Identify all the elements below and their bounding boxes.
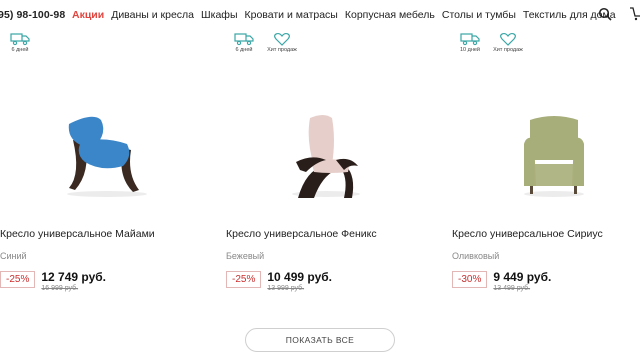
hit-label: Хит продаж (493, 47, 523, 53)
main-nav: Акции Диваны и кресла Шкафы Кровати и ма… (72, 9, 616, 21)
product-color: Бежевый (226, 251, 265, 261)
current-price: 9 449 руб. (493, 270, 552, 284)
discount-badge: -25% (0, 271, 36, 288)
current-price: 10 499 руб. (267, 270, 332, 284)
product-image[interactable] (45, 110, 165, 200)
badge-row: 10 дней Хит продаж (456, 32, 523, 53)
old-price: 13 499 руб. (493, 285, 531, 292)
truck-icon (460, 33, 480, 46)
price-block: -25% 10 499 руб. 13 999 руб. (226, 270, 332, 293)
discount-badge: -30% (452, 271, 488, 288)
product-card-feniks[interactable]: 6 дней Хит продаж Кресло универсальное Ф… (226, 30, 426, 300)
truck-icon (234, 33, 254, 46)
old-price: 16 999 руб. (41, 285, 79, 292)
delivery-days: 10 дней (459, 47, 481, 53)
phone-number[interactable]: 95) 98-100-98 (0, 9, 65, 21)
product-card-sirius[interactable]: 10 дней Хит продаж Кресло универсальное … (452, 30, 640, 300)
current-price: 12 749 руб. (41, 270, 106, 284)
product-title[interactable]: Кресло универсальное Сириус (452, 228, 603, 240)
delivery-badge: 10 дней (456, 32, 484, 53)
delivery-days: 6 дней (11, 47, 29, 53)
product-card-maiami[interactable]: 6 дней Кресло универсальное Майами Синий… (0, 30, 200, 300)
product-title[interactable]: Кресло универсальное Феникс (226, 228, 377, 240)
delivery-badge: 6 дней (230, 32, 258, 53)
product-title[interactable]: Кресло универсальное Майами (0, 228, 155, 240)
heart-icon (274, 32, 290, 46)
price-block: -25% 12 749 руб. 16 999 руб. (0, 270, 106, 293)
site-header: 95) 98-100-98 Акции Диваны и кресла Шкаф… (0, 0, 640, 30)
search-icon[interactable] (598, 7, 612, 21)
seat-back (530, 116, 578, 160)
nav-item-tables[interactable]: Столы и тумбы (442, 9, 516, 21)
badge-row: 6 дней Хит продаж (230, 32, 297, 53)
product-color: Синий (0, 251, 27, 261)
product-image[interactable] (266, 110, 386, 200)
hit-label: Хит продаж (267, 47, 297, 53)
delivery-badge: 6 дней (6, 32, 34, 53)
seat-cushion (78, 139, 130, 169)
seat-cushion (534, 164, 574, 186)
badge-row: 6 дней (6, 32, 34, 53)
heart-icon (500, 32, 516, 46)
price-block: -30% 9 449 руб. 13 499 руб. (452, 270, 551, 293)
discount-badge: -25% (226, 271, 262, 288)
delivery-days: 6 дней (235, 47, 253, 53)
cart-icon[interactable] (630, 7, 640, 21)
nav-item-cabinet-furniture[interactable]: Корпусная мебель (345, 9, 435, 21)
hit-badge: Хит продаж (493, 32, 523, 53)
show-all-button[interactable]: ПОКАЗАТЬ ВСЕ (245, 328, 395, 352)
product-color: Оливковый (452, 251, 500, 261)
old-price: 13 999 руб. (267, 285, 305, 292)
hit-badge: Хит продаж (267, 32, 297, 53)
product-image[interactable] (496, 110, 616, 200)
nav-item-beds-mattresses[interactable]: Кровати и матрасы (245, 9, 338, 21)
nav-item-wardrobes[interactable]: Шкафы (201, 9, 237, 21)
truck-icon (10, 33, 30, 46)
nav-item-sale[interactable]: Акции (72, 9, 104, 21)
nav-item-sofas-armchairs[interactable]: Диваны и кресла (111, 9, 194, 21)
